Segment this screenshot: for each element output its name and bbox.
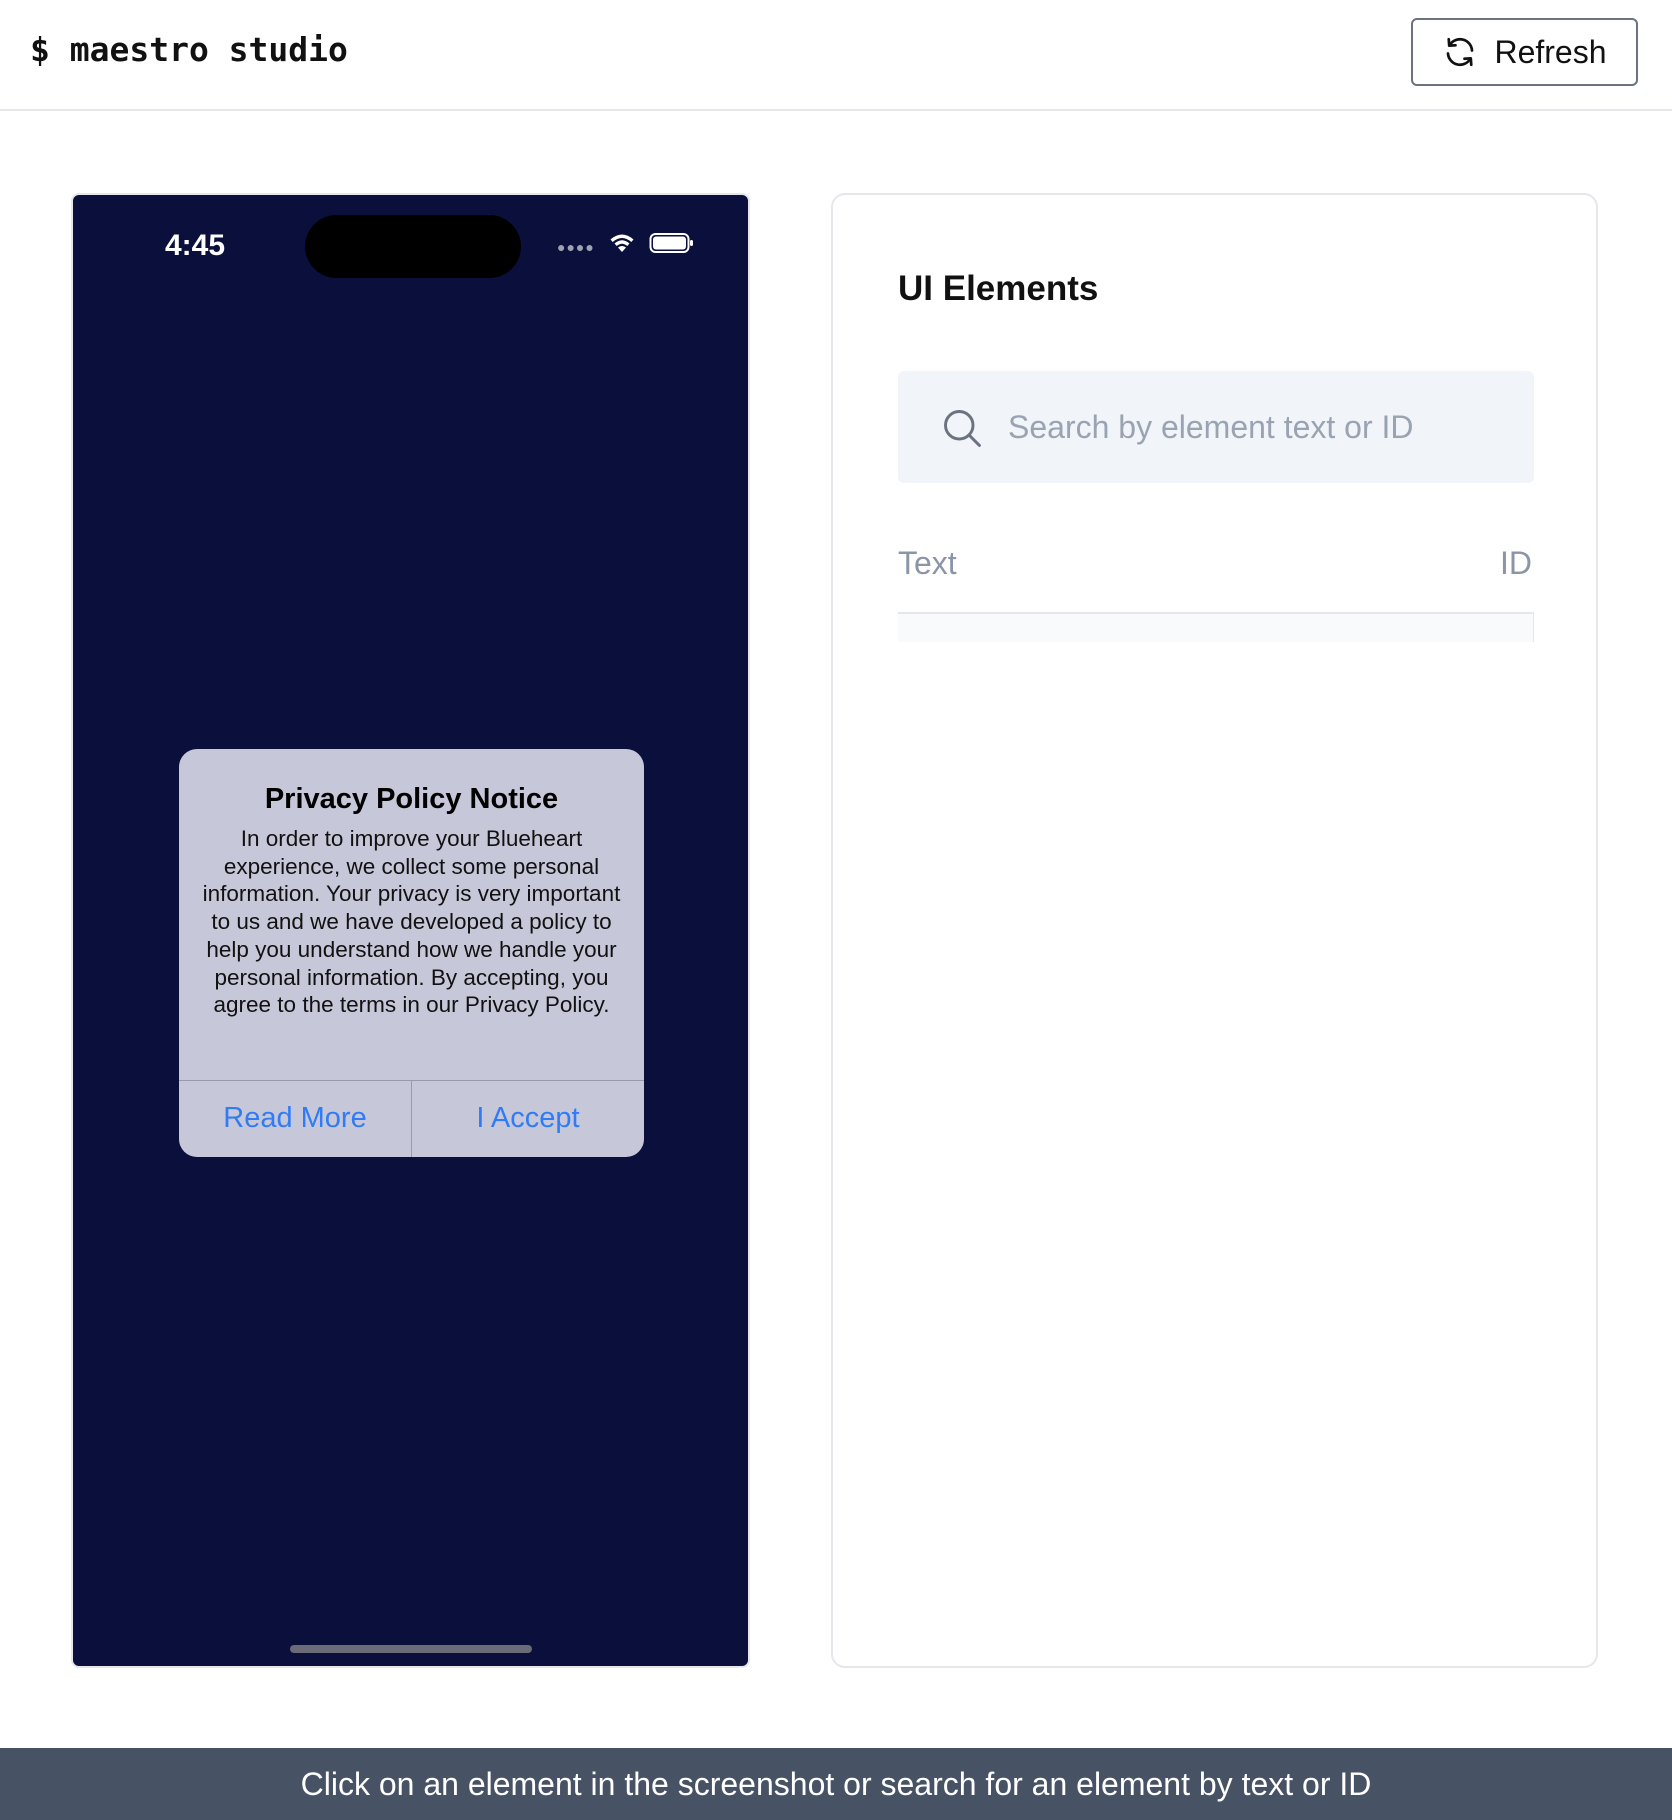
battery-icon [649, 233, 693, 253]
i-accept-button[interactable]: I Accept [412, 1080, 644, 1157]
footer-hint: Click on an element in the screenshot or… [300, 1765, 1372, 1802]
column-header-text: Text [898, 545, 957, 581]
search-input[interactable] [1008, 371, 1518, 483]
alert-title: Privacy Policy Notice [264, 783, 559, 815]
top-bar: $ maestro studio Refresh [0, 0, 1672, 111]
panel-title: UI Elements [898, 269, 1099, 308]
refresh-icon [1447, 37, 1474, 67]
status-indicators: ●●●● [557, 231, 695, 255]
app-title: $ maestro studio [30, 30, 348, 69]
ui-elements-panel: UI Elements Text ID [831, 193, 1598, 1668]
read-more-button[interactable]: Read More [179, 1080, 411, 1157]
status-time: 4:45 [165, 229, 226, 262]
elements-table-body [898, 612, 1534, 642]
search-icon [944, 410, 981, 447]
footer-hint-bar: Click on an element in the screenshot or… [0, 1748, 1672, 1820]
privacy-alert-dialog: Privacy Policy Notice In order to improv… [179, 749, 644, 1157]
home-indicator [290, 1645, 532, 1653]
search-box[interactable] [898, 371, 1534, 483]
signal-dots-icon: ●●●● [557, 239, 595, 255]
alert-message: In order to improve your Blueheart exper… [202, 826, 621, 1018]
dynamic-island [305, 215, 521, 278]
column-header-id: ID [1500, 545, 1532, 581]
refresh-button[interactable]: Refresh [1411, 18, 1638, 86]
refresh-label: Refresh [1494, 33, 1607, 70]
device-screenshot[interactable]: 4:45 ●●●● Privacy Policy Notice In order… [71, 193, 750, 1668]
wifi-icon [610, 234, 634, 252]
